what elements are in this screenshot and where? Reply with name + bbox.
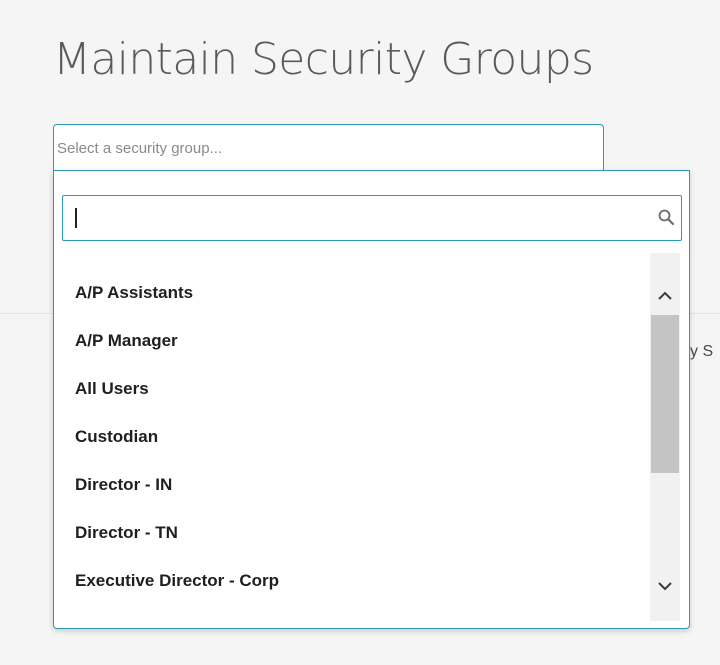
chevron-up-icon xyxy=(658,291,672,300)
select-placeholder: Select a security group... xyxy=(57,140,223,157)
dropdown-scrollbar[interactable] xyxy=(650,253,680,621)
option-all-users[interactable]: All Users xyxy=(54,365,650,413)
chevron-down-icon xyxy=(658,582,672,591)
option-ap-manager[interactable]: A/P Manager xyxy=(54,317,650,365)
option-custodian[interactable]: Custodian xyxy=(54,413,650,461)
security-group-dropdown: A/P Assistants A/P Manager All Users Cus… xyxy=(53,170,690,629)
search-icon xyxy=(658,209,675,226)
text-cursor xyxy=(75,208,77,228)
scroll-down-button[interactable] xyxy=(650,571,680,601)
page-title: Maintain Security Groups xyxy=(53,34,594,85)
security-group-select[interactable]: Select a security group... xyxy=(53,124,604,170)
option-executive-director-corp[interactable]: Executive Director - Corp xyxy=(54,557,650,605)
dropdown-search-input[interactable] xyxy=(67,199,637,235)
option-director-in[interactable]: Director - IN xyxy=(54,461,650,509)
scroll-up-button[interactable] xyxy=(650,281,680,311)
dropdown-search-box[interactable] xyxy=(62,195,682,241)
option-director-tn[interactable]: Director - TN xyxy=(54,509,650,557)
scroll-thumb[interactable] xyxy=(651,315,679,473)
option-ap-assistants[interactable]: A/P Assistants xyxy=(54,269,650,317)
security-group-options: A/P Assistants A/P Manager All Users Cus… xyxy=(54,269,650,605)
partially-hidden-label: y S xyxy=(690,343,714,360)
